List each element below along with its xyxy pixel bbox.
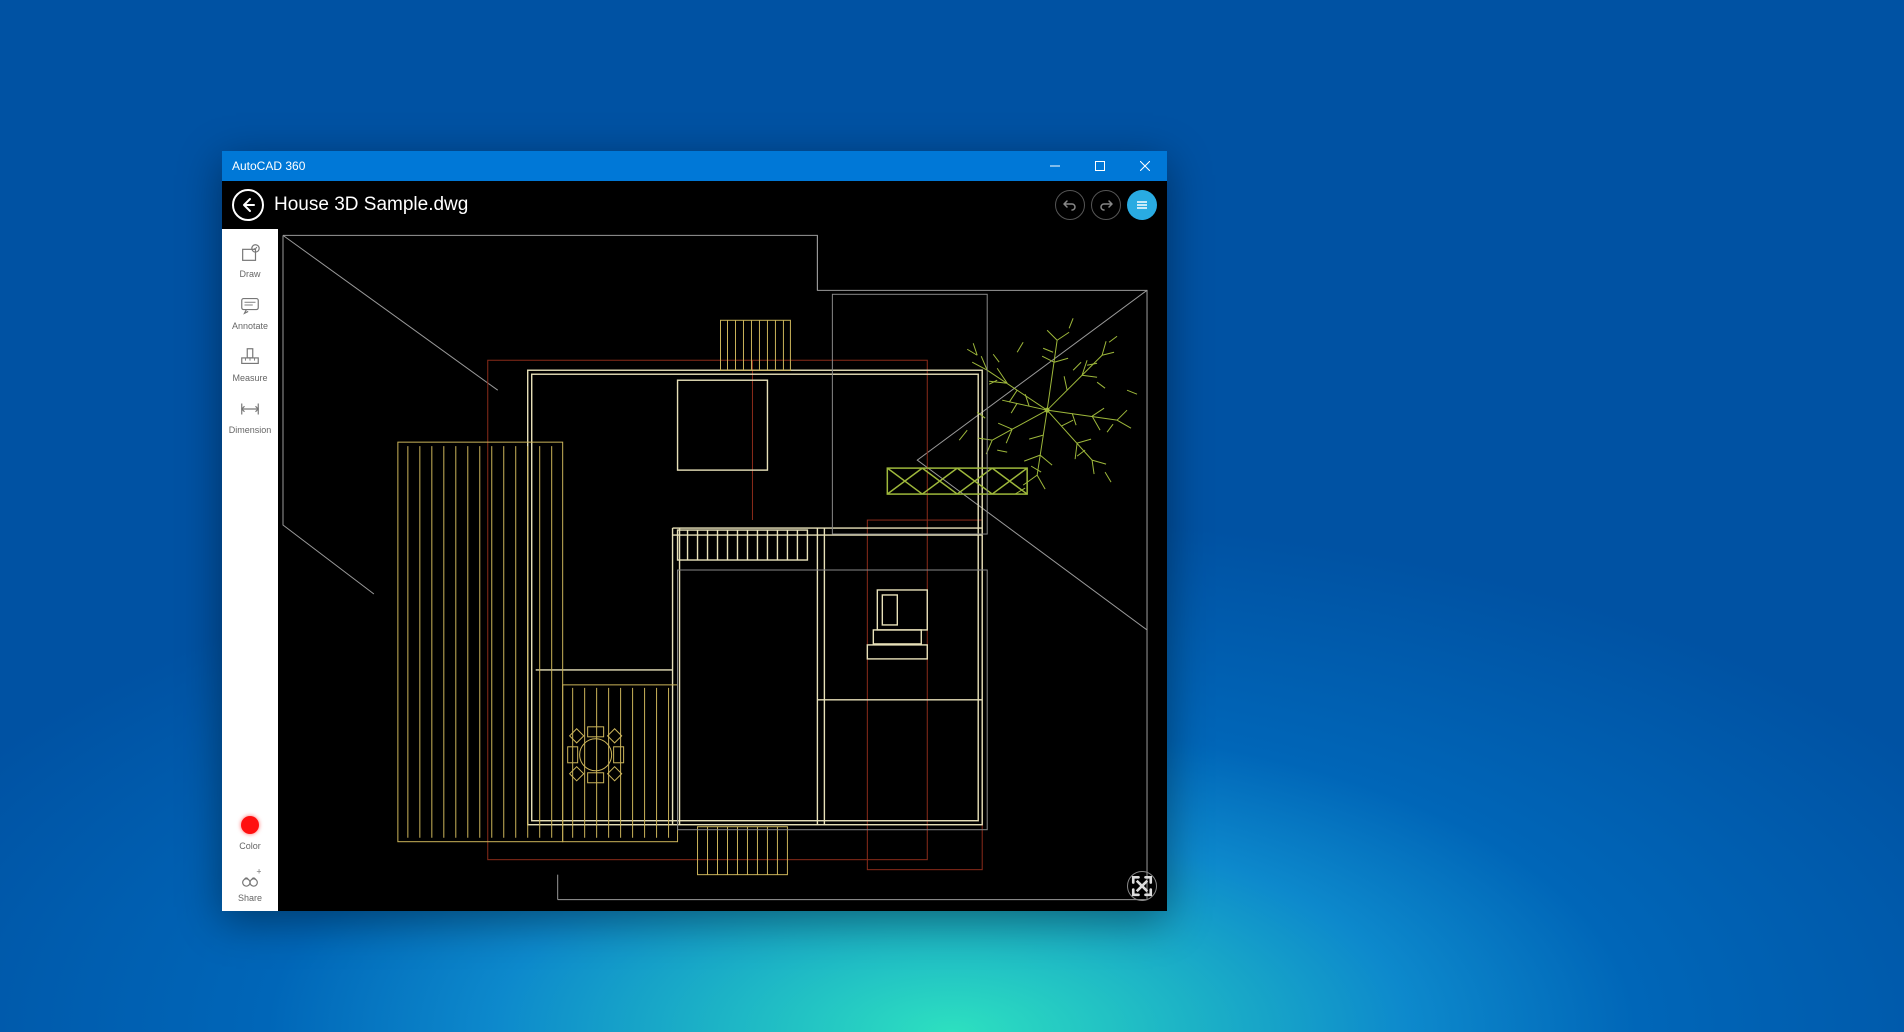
maximize-button[interactable] [1077,151,1122,181]
menu-button[interactable] [1127,190,1157,220]
app-window: AutoCAD 360 House 3D Sample.dwg [222,151,1167,911]
app-title: AutoCAD 360 [232,159,1032,173]
tool-dimension[interactable]: Dimension [222,391,278,443]
tool-label: Share [238,893,262,903]
tool-share[interactable]: + Share [222,859,278,911]
tool-label: Draw [239,269,260,279]
measure-icon [238,345,262,369]
sidebar-spacer [222,443,278,807]
tool-color[interactable]: Color [222,807,278,859]
titlebar[interactable]: AutoCAD 360 [222,151,1167,181]
tool-label: Color [239,841,261,851]
tool-label: Annotate [232,321,268,331]
drawing-canvas[interactable] [278,229,1167,911]
zoom-extents-button[interactable] [1127,871,1157,901]
tool-draw[interactable]: Draw [222,235,278,287]
color-swatch-icon [238,813,262,837]
share-icon: + [238,865,262,889]
document-title: House 3D Sample.dwg [274,194,1045,216]
tool-label: Measure [232,373,267,383]
app-body: Draw Annotate Measure Dimension [222,229,1167,911]
draw-icon [238,241,262,265]
header-bar: House 3D Sample.dwg [222,181,1167,229]
minimize-button[interactable] [1032,151,1077,181]
tool-sidebar: Draw Annotate Measure Dimension [222,229,278,911]
tool-label: Dimension [229,425,272,435]
dimension-icon [238,397,262,421]
header-actions [1055,190,1157,220]
window-controls [1032,151,1167,181]
cad-drawing [278,229,1167,911]
annotate-icon [238,293,262,317]
undo-button[interactable] [1055,190,1085,220]
close-button[interactable] [1122,151,1167,181]
svg-text:+: + [256,866,261,876]
tool-measure[interactable]: Measure [222,339,278,391]
tool-annotate[interactable]: Annotate [222,287,278,339]
redo-button[interactable] [1091,190,1121,220]
back-button[interactable] [232,189,264,221]
